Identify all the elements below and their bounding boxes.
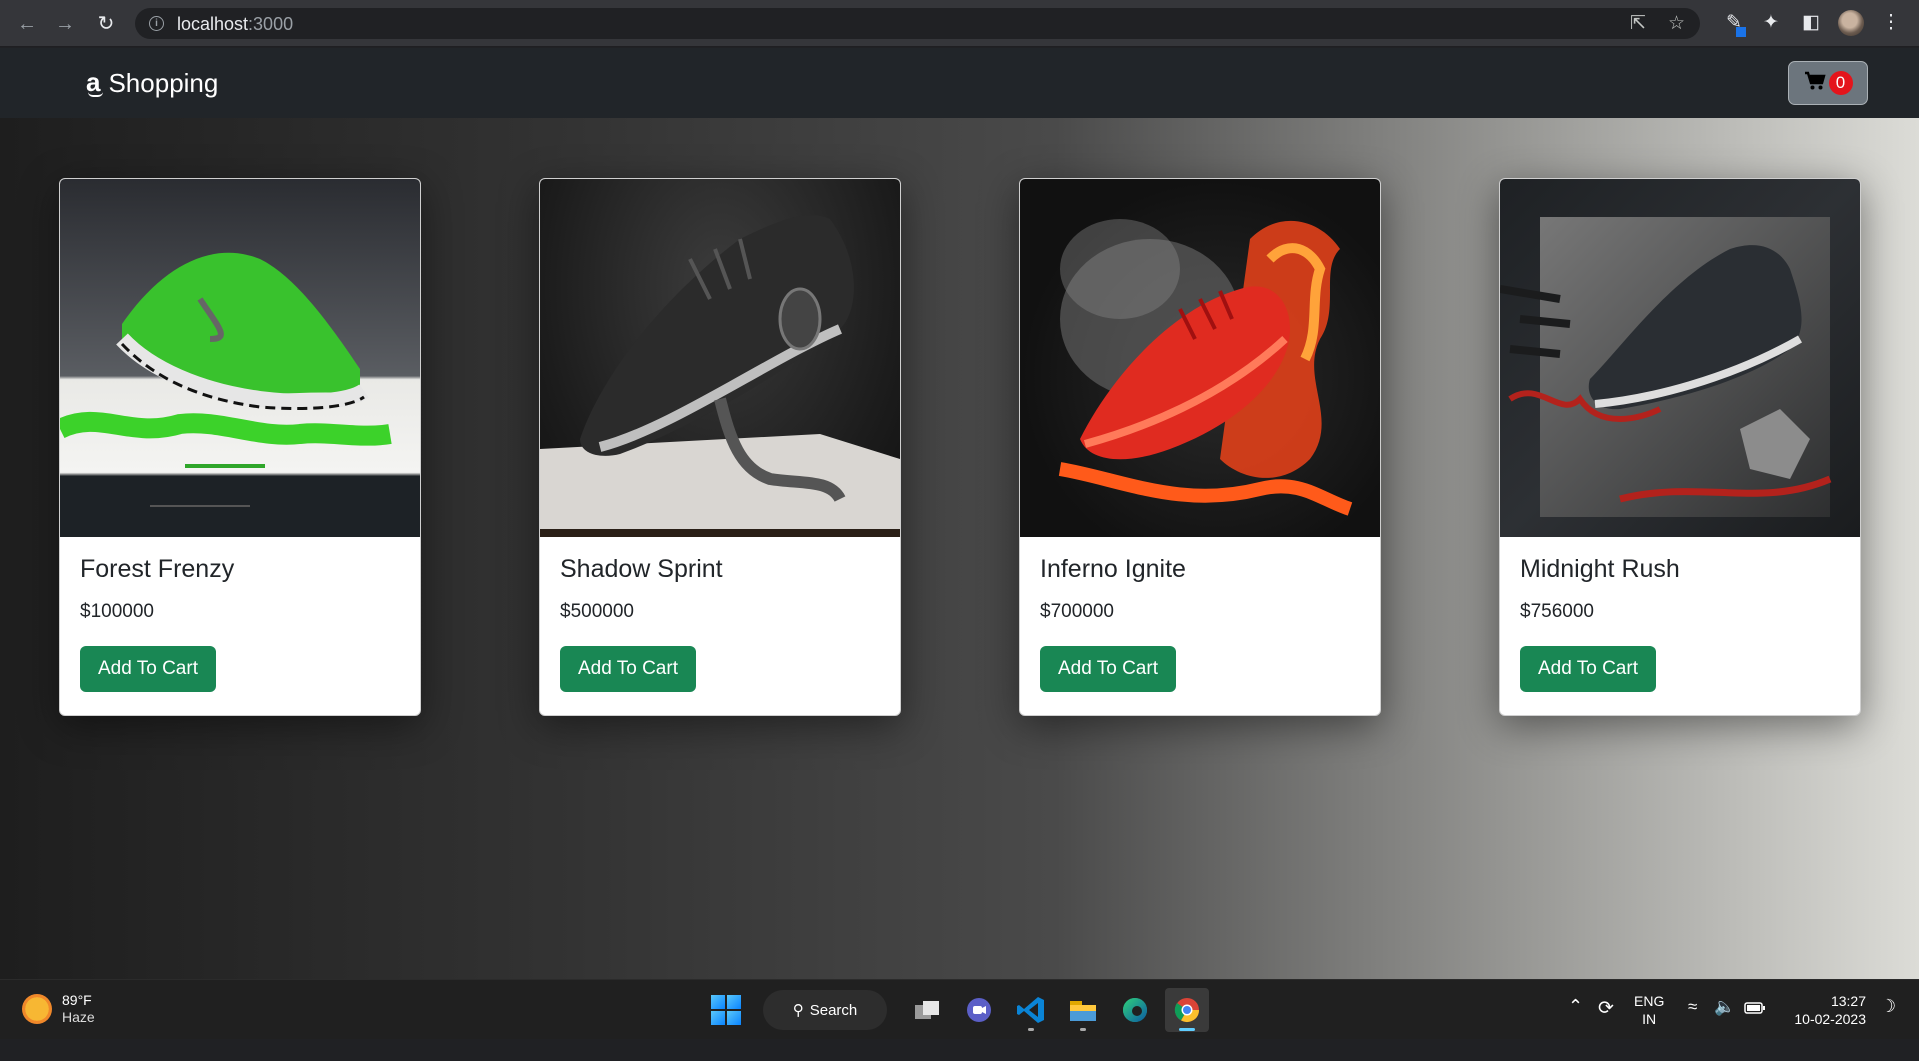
- lang-primary: ENG: [1634, 993, 1665, 1009]
- sync-icon[interactable]: ⟳: [1598, 997, 1614, 1057]
- taskbar: 89°F Haze ⚲ Search ⌃ ⟳ ENG IN ≈ 🔈 13:27 …: [0, 979, 1919, 1039]
- browser-toolbar: ← → ↻ i localhost:3000 ⇱ ☆ ✎ ✦ ◧ ⋮: [0, 0, 1919, 47]
- language-indicator[interactable]: ENG IN: [1634, 992, 1664, 1052]
- url-port: :3000: [248, 14, 294, 34]
- amazon-logo-icon: a: [86, 67, 104, 97]
- product-card: Midnight Rush $756000 Add To Cart: [1499, 178, 1861, 716]
- add-to-cart-button[interactable]: Add To Cart: [80, 646, 216, 692]
- notification-moon-icon[interactable]: ☽: [1880, 996, 1896, 1056]
- cart-button[interactable]: 0: [1788, 61, 1868, 105]
- forward-icon[interactable]: →: [52, 11, 78, 37]
- running-indicator: [1080, 1028, 1086, 1031]
- product-grid: Forest Frenzy $100000 Add To Cart Shadow…: [0, 118, 1919, 979]
- product-image[interactable]: [540, 179, 900, 537]
- search-icon: ⚲: [792, 1002, 804, 1019]
- product-image[interactable]: [60, 179, 420, 537]
- running-indicator: [1179, 1028, 1195, 1031]
- product-title: Forest Frenzy: [80, 555, 235, 583]
- edge-browser-icon[interactable]: [1113, 988, 1157, 1032]
- battery-icon[interactable]: [1744, 1001, 1766, 1061]
- bookmark-star-icon[interactable]: ☆: [1668, 12, 1685, 35]
- vscode-icon[interactable]: [1009, 988, 1053, 1032]
- extensions-puzzle-icon[interactable]: ✦: [1758, 11, 1784, 34]
- weather-sun-icon: [22, 994, 52, 1024]
- weather-widget[interactable]: 89°F Haze: [22, 992, 95, 1026]
- app-navbar: a Shopping 0: [0, 48, 1919, 118]
- weather-temp: 89°F: [62, 992, 92, 1008]
- clock-time: 13:27: [1830, 993, 1866, 1009]
- side-panel-icon[interactable]: ◧: [1798, 11, 1824, 34]
- add-to-cart-button[interactable]: Add To Cart: [1040, 646, 1176, 692]
- system-clock[interactable]: 13:27 10-02-2023: [1786, 992, 1866, 1052]
- product-image[interactable]: [1500, 179, 1860, 537]
- wifi-icon[interactable]: ≈: [1688, 997, 1697, 1057]
- volume-icon[interactable]: 🔈: [1714, 997, 1735, 1057]
- url-host: localhost: [177, 14, 249, 34]
- product-card: Inferno Ignite $700000 Add To Cart: [1019, 178, 1381, 716]
- product-price: $700000: [1040, 601, 1114, 622]
- taskbar-search-button[interactable]: ⚲ Search: [763, 990, 887, 1030]
- profile-avatar[interactable]: [1838, 10, 1864, 36]
- product-title: Shadow Sprint: [560, 555, 723, 583]
- chrome-browser-icon[interactable]: [1165, 988, 1209, 1032]
- cart-count-badge: 0: [1828, 71, 1853, 95]
- teams-chat-icon[interactable]: [957, 988, 1001, 1032]
- product-title: Inferno Ignite: [1040, 555, 1186, 583]
- brand-name: Shopping: [108, 68, 219, 98]
- product-card: Shadow Sprint $500000 Add To Cart: [539, 178, 901, 716]
- product-price: $500000: [560, 601, 634, 622]
- lang-secondary: IN: [1642, 1011, 1657, 1027]
- taskbar-search-label: Search: [809, 1001, 858, 1019]
- address-bar[interactable]: i localhost:3000 ⇱ ☆: [135, 8, 1700, 39]
- start-windows-icon[interactable]: [711, 995, 741, 1025]
- url-text[interactable]: localhost:3000: [177, 14, 293, 35]
- product-card: Forest Frenzy $100000 Add To Cart: [59, 178, 421, 716]
- product-price: $100000: [80, 601, 154, 622]
- add-to-cart-button[interactable]: Add To Cart: [1520, 646, 1656, 692]
- brand[interactable]: a Shopping: [86, 67, 219, 99]
- product-title: Midnight Rush: [1520, 555, 1680, 583]
- share-icon[interactable]: ⇱: [1630, 12, 1646, 35]
- task-view-icon[interactable]: [905, 988, 949, 1032]
- clock-date: 10-02-2023: [1794, 1011, 1866, 1027]
- reload-icon[interactable]: ↻: [93, 11, 119, 37]
- weather-condition: Haze: [62, 1009, 95, 1025]
- file-explorer-icon[interactable]: [1061, 988, 1105, 1032]
- extension-badge: [1736, 27, 1746, 37]
- chevron-up-icon[interactable]: ⌃: [1568, 996, 1583, 1056]
- running-indicator: [1028, 1028, 1034, 1031]
- add-to-cart-button[interactable]: Add To Cart: [560, 646, 696, 692]
- product-image[interactable]: [1020, 179, 1380, 537]
- menu-kebab-icon[interactable]: ⋮: [1878, 11, 1904, 34]
- shopping-cart-icon: [1804, 71, 1826, 95]
- site-info-icon[interactable]: i: [149, 16, 164, 31]
- back-icon[interactable]: ←: [14, 11, 40, 37]
- product-price: $756000: [1520, 601, 1594, 622]
